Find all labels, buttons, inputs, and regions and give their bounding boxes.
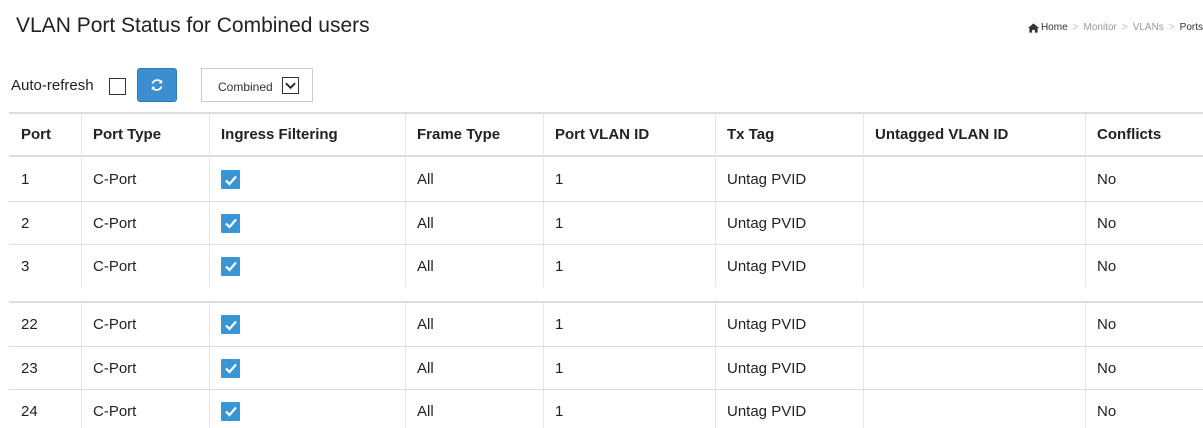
cell-port: 3 [21, 257, 30, 275]
table-row: 1 C-Port All 1 Untag PVID No [9, 158, 1203, 201]
table-header-row: Port Port Type Ingress Filtering Frame T… [9, 114, 1203, 157]
cell-ingress-filtering[interactable] [221, 347, 240, 389]
table-row: 3 C-Port All 1 Untag PVID No [9, 244, 1203, 287]
cell-tx-tag: Untag PVID [727, 171, 807, 188]
cell-port-vlan-id: 1 [555, 316, 564, 333]
cell-frame-type: All [417, 257, 434, 275]
cell-port-type: C-Port [93, 214, 137, 232]
home-icon [1027, 22, 1039, 33]
column-header-port-type: Port Type [93, 126, 162, 143]
table-row: 24 C-Port All 1 Untag PVID No [9, 389, 1203, 428]
cell-conflicts: No [1097, 257, 1117, 275]
breadcrumb-home-link[interactable]: Home [1041, 22, 1068, 33]
column-header-tx-tag: Tx Tag [727, 126, 775, 143]
check-icon[interactable] [221, 213, 240, 233]
cell-port-type: C-Port [93, 257, 137, 275]
cell-port-type: C-Port [93, 359, 137, 377]
breadcrumb-separator: > [1072, 22, 1079, 33]
breadcrumb-separator: > [1121, 22, 1128, 33]
check-icon[interactable] [221, 315, 240, 334]
cell-port-vlan-id: 1 [555, 359, 564, 377]
column-header-ingress-filtering: Ingress Filtering [221, 126, 338, 143]
cell-conflicts: No [1097, 359, 1117, 377]
check-icon[interactable] [221, 358, 240, 378]
cell-port-vlan-id: 1 [555, 171, 564, 188]
cell-tx-tag: Untag PVID [727, 316, 807, 333]
cell-frame-type: All [417, 214, 434, 232]
check-icon[interactable] [221, 401, 240, 421]
cell-ingress-filtering[interactable] [221, 202, 240, 244]
breadcrumb-separator: > [1168, 22, 1175, 33]
cell-port-type: C-Port [93, 316, 137, 333]
cell-ingress-filtering[interactable] [221, 158, 240, 201]
table-row: 2 C-Port All 1 Untag PVID No [9, 201, 1203, 244]
check-icon[interactable] [221, 256, 240, 276]
cell-conflicts: No [1097, 214, 1117, 232]
refresh-button[interactable] [137, 68, 177, 102]
toolbar: Auto-refresh Combined [0, 68, 320, 102]
column-header-port-vlan-id: Port VLAN ID [555, 126, 650, 143]
cell-port-vlan-id: 1 [555, 214, 564, 232]
cell-conflicts: No [1097, 171, 1117, 188]
cell-frame-type: All [417, 359, 434, 377]
check-icon[interactable] [221, 170, 240, 189]
cell-tx-tag: Untag PVID [727, 257, 807, 275]
cell-port-vlan-id: 1 [555, 402, 564, 420]
cell-port: 24 [21, 402, 38, 420]
cell-ingress-filtering[interactable] [221, 245, 240, 287]
cell-ingress-filtering[interactable] [221, 303, 240, 346]
cell-ingress-filtering[interactable] [221, 390, 240, 428]
cell-port: 2 [21, 214, 30, 232]
column-header-untagged-vlan-id: Untagged VLAN ID [875, 126, 1009, 143]
cell-conflicts: No [1097, 316, 1117, 333]
cell-port-type: C-Port [93, 402, 137, 420]
column-header-frame-type: Frame Type [417, 126, 501, 143]
breadcrumb-item-ports: Ports [1179, 22, 1203, 33]
cell-port-vlan-id: 1 [555, 257, 564, 275]
chevron-down-icon[interactable] [282, 77, 299, 94]
user-select[interactable]: Combined [201, 68, 313, 102]
cell-tx-tag: Untag PVID [727, 402, 807, 420]
breadcrumb-item-vlans[interactable]: VLANs [1133, 22, 1164, 33]
column-header-conflicts: Conflicts [1097, 126, 1162, 143]
column-header-port: Port [21, 126, 51, 143]
cell-tx-tag: Untag PVID [727, 214, 807, 232]
cell-port: 22 [21, 316, 38, 333]
cell-tx-tag: Untag PVID [727, 359, 807, 377]
user-select-value: Combined [218, 80, 273, 94]
refresh-icon [151, 79, 163, 91]
cell-port: 1 [21, 171, 30, 188]
table-gap-divider [9, 301, 1203, 303]
page-title: VLAN Port Status for Combined users [16, 14, 370, 37]
auto-refresh-checkbox[interactable] [109, 78, 126, 95]
cell-frame-type: All [417, 402, 434, 420]
table-row: 22 C-Port All 1 Untag PVID No [9, 303, 1203, 346]
cell-frame-type: All [417, 316, 434, 333]
breadcrumb: Home > Monitor > VLANs > Ports [1027, 22, 1203, 33]
cell-port: 23 [21, 359, 38, 377]
cell-frame-type: All [417, 171, 434, 188]
cell-conflicts: No [1097, 402, 1117, 420]
auto-refresh-label: Auto-refresh [11, 77, 94, 94]
cell-port-type: C-Port [93, 171, 137, 188]
table-row: 23 C-Port All 1 Untag PVID No [9, 346, 1203, 389]
breadcrumb-item-monitor[interactable]: Monitor [1083, 22, 1116, 33]
